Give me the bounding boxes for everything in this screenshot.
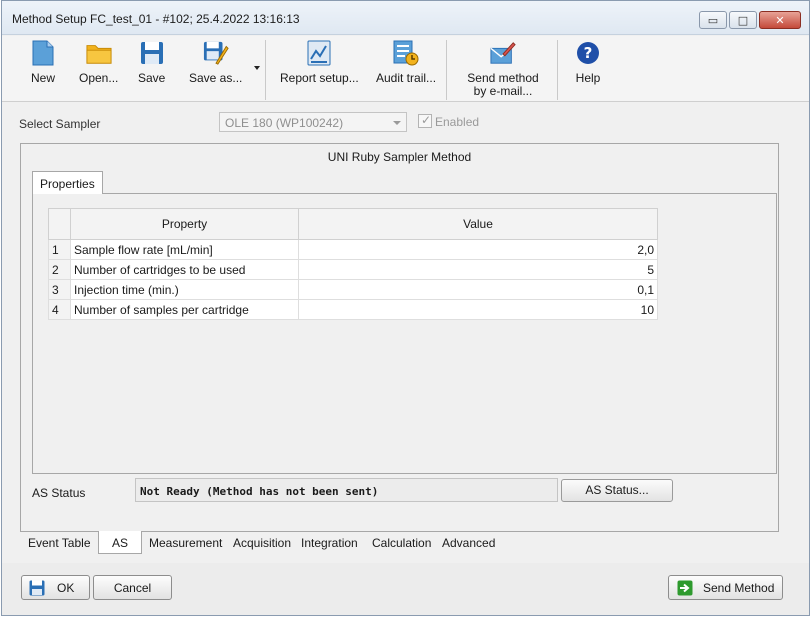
send-method-email-button[interactable]: Send method by e-mail... — [460, 40, 546, 98]
select-sampler-label: Select Sampler — [19, 117, 101, 131]
help-icon: ? — [575, 40, 601, 66]
help-button[interactable]: ? Help — [575, 40, 601, 85]
as-status-row: AS Status Not Ready (Method has not been… — [32, 478, 772, 504]
method-panel: UNI Ruby Sampler Method Properties Prope… — [20, 143, 779, 532]
property-cell: Sample flow rate [mL/min] — [70, 239, 299, 260]
save-button[interactable]: Save — [138, 40, 165, 85]
save-as-dropdown-arrow[interactable] — [254, 66, 260, 70]
row-number: 4 — [48, 299, 71, 320]
svg-text:?: ? — [584, 44, 593, 62]
value-cell[interactable]: 10 — [298, 299, 658, 320]
property-column-header: Property — [70, 208, 299, 240]
value-cell[interactable]: 5 — [298, 259, 658, 280]
open-button[interactable]: Open... — [79, 40, 118, 85]
row-number: 2 — [48, 259, 71, 280]
table-row[interactable]: 1 Sample flow rate [mL/min] 2,0 — [48, 239, 658, 260]
close-button[interactable]: ✕ — [759, 11, 801, 29]
footer: OK Cancel Send Method — [2, 563, 809, 615]
as-status-button[interactable]: AS Status... — [561, 479, 673, 502]
as-status-field: Not Ready (Method has not been sent) — [135, 478, 558, 502]
window-title: Method Setup FC_test_01 - #102; 25.4.202… — [12, 12, 300, 26]
as-status-label: AS Status — [32, 486, 86, 500]
tab-properties-label: Properties — [40, 177, 95, 191]
enabled-checkbox[interactable]: ✓ — [418, 113, 432, 128]
maximize-button[interactable]: □ — [729, 11, 757, 29]
method-setup-window: Method Setup FC_test_01 - #102; 25.4.202… — [1, 0, 810, 616]
toolbar: New Open... Save Save as... Report setup… — [2, 36, 809, 102]
check-icon: ✓ — [421, 113, 432, 127]
as-status-value: Not Ready (Method has not been sent) — [140, 485, 379, 498]
audit-trail-button[interactable]: Audit trail... — [376, 40, 436, 85]
tab-properties[interactable]: Properties — [32, 171, 103, 194]
table-row[interactable]: 2 Number of cartridges to be used 5 — [48, 259, 658, 280]
save-as-button[interactable]: Save as... — [189, 40, 242, 85]
minimize-icon: ▭ — [707, 13, 719, 27]
enabled-label: Enabled — [435, 115, 480, 129]
tab-calculation[interactable]: Calculation — [370, 531, 433, 555]
value-cell[interactable]: 0,1 — [298, 279, 658, 300]
chevron-down-icon — [393, 121, 401, 125]
toolbar-separator — [265, 40, 266, 100]
minimize-button[interactable]: ▭ — [699, 11, 727, 29]
properties-pane: Property Value 1 Sample flow rate [mL/mi… — [32, 193, 777, 474]
maximize-icon: □ — [737, 13, 749, 27]
sampler-row: Select Sampler OLE 180 (WP100242) ✓ Enab… — [2, 109, 809, 135]
save-label: Save — [138, 71, 166, 85]
audit-trail-label: Audit trail... — [376, 71, 437, 85]
toolbar-separator — [557, 40, 558, 100]
table-header-row: Property Value — [48, 208, 658, 240]
send-arrow-icon — [677, 580, 693, 596]
row-number: 3 — [48, 279, 71, 300]
cancel-button[interactable]: Cancel — [93, 575, 172, 600]
ok-button[interactable]: OK — [21, 575, 90, 600]
value-column-header: Value — [298, 208, 658, 240]
tab-event-table[interactable]: Event Table — [26, 531, 93, 555]
tab-as[interactable]: AS — [98, 531, 142, 554]
value-cell[interactable]: 2,0 — [298, 239, 658, 260]
table-row[interactable]: 4 Number of samples per cartridge 10 — [48, 299, 658, 320]
report-icon — [306, 40, 332, 66]
method-title: UNI Ruby Sampler Method — [327, 150, 472, 164]
sampler-select[interactable]: OLE 180 (WP100242) — [219, 112, 407, 132]
title-bar: Method Setup FC_test_01 - #102; 25.4.202… — [2, 1, 809, 35]
new-file-icon — [30, 40, 56, 66]
audit-trail-icon — [393, 40, 419, 66]
tab-advanced[interactable]: Advanced — [440, 531, 497, 555]
save-icon — [139, 40, 165, 66]
tab-acquisition[interactable]: Acquisition — [231, 531, 293, 555]
report-setup-button[interactable]: Report setup... — [280, 40, 359, 85]
row-number: 1 — [48, 239, 71, 260]
save-as-icon — [203, 40, 229, 66]
properties-table: Property Value 1 Sample flow rate [mL/mi… — [48, 208, 658, 320]
report-setup-label: Report setup... — [280, 71, 359, 85]
help-label: Help — [575, 71, 601, 85]
row-number-header — [48, 208, 71, 240]
send-method-button[interactable]: Send Method — [668, 575, 783, 600]
property-cell: Number of samples per cartridge — [70, 299, 299, 320]
save-icon — [29, 580, 45, 596]
send-method-email-label: Send method by e-mail... — [467, 71, 539, 98]
bottom-tabs: Event Table AS Measurement Acquisition I… — [20, 531, 790, 555]
ok-label: OK — [57, 580, 75, 595]
tab-integration[interactable]: Integration — [299, 531, 360, 555]
send-method-label: Send Method — [703, 580, 775, 595]
window-controls: ▭ □ ✕ — [699, 11, 801, 29]
cancel-label: Cancel — [113, 580, 152, 595]
new-button[interactable]: New — [30, 40, 56, 85]
toolbar-separator — [446, 40, 447, 100]
new-label: New — [30, 71, 55, 85]
sampler-select-value: OLE 180 (WP100242) — [225, 116, 344, 130]
property-cell: Number of cartridges to be used — [70, 259, 299, 280]
email-icon — [490, 40, 516, 66]
close-icon: ✕ — [775, 13, 785, 27]
folder-icon — [86, 40, 112, 66]
save-as-label: Save as... — [189, 71, 243, 85]
open-label: Open... — [79, 71, 119, 85]
property-cell: Injection time (min.) — [70, 279, 299, 300]
tab-measurement[interactable]: Measurement — [147, 531, 224, 555]
table-row[interactable]: 3 Injection time (min.) 0,1 — [48, 279, 658, 300]
